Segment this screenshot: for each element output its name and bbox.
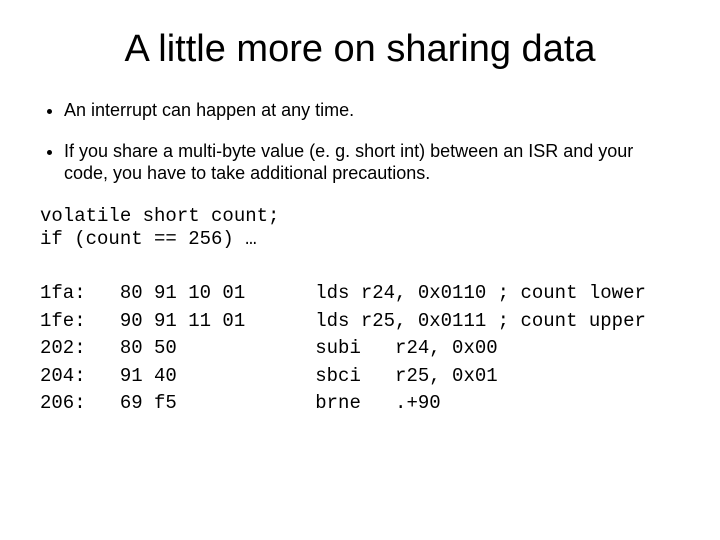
bullet-list: An interrupt can happen at any time. If … (40, 99, 680, 185)
asm-block: 1fa: 80 91 10 01 1fe: 90 91 11 01 202: 8… (40, 280, 680, 418)
code-block: volatile short count; if (count == 256) … (40, 205, 680, 253)
asm-hex-column: 1fa: 80 91 10 01 1fe: 90 91 11 01 202: 8… (40, 280, 245, 418)
code-line: if (count == 256) … (40, 228, 257, 250)
slide: A little more on sharing data An interru… (0, 0, 720, 540)
bullet-item: If you share a multi-byte value (e. g. s… (64, 140, 680, 185)
asm-mnemonic-column: lds r24, 0x0110 ; count lower lds r25, 0… (315, 280, 646, 418)
code-line: volatile short count; (40, 205, 279, 227)
slide-title: A little more on sharing data (40, 28, 680, 71)
bullet-item: An interrupt can happen at any time. (64, 99, 680, 122)
